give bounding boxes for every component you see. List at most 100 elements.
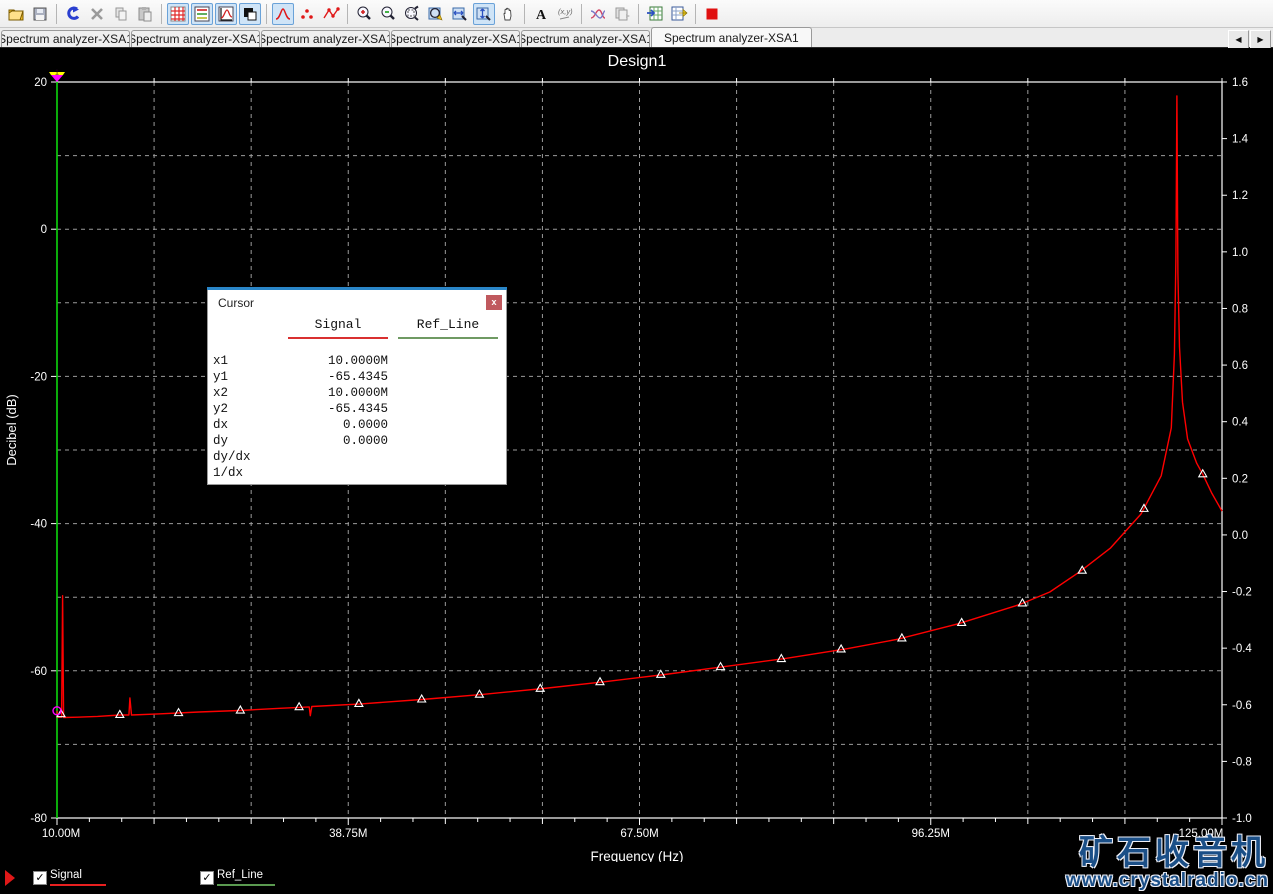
x-tick-label: 10.00M [42,828,80,840]
trace-marker-triangle [416,693,427,703]
cursor-table-row: x1 10.0000M [213,354,388,368]
cursor-col-signal: Signal [314,317,362,332]
toolbar-separator [581,3,582,24]
svg-text:(x,y): (x,y) [558,7,573,16]
cursor-window[interactable]: Cursor x Signal Ref_Line x1 10.0000M y1 -65… [207,287,507,485]
y-left-tick-label: 0 [41,224,47,236]
zoom-fit-icon[interactable] [473,2,495,25]
zoom-in-icon[interactable] [353,3,375,25]
undo-icon[interactable] [62,3,84,25]
tab-spectrum-analyzer-4[interactable]: Spectrum analyzer-XSA1 [391,30,520,47]
cursor-col-refline: Ref_Line [416,317,480,332]
paste-icon[interactable] [134,3,156,25]
copy-icon[interactable] [110,3,132,25]
stop-icon[interactable] [701,3,723,25]
y-right-tick-label: 1.4 [1232,134,1249,146]
trace-marker-triangle [353,698,364,707]
y-right-tick-label: 0.6 [1232,360,1248,372]
y-right-tick-label: 0.8 [1232,303,1248,315]
y-right-tick-label: 1.2 [1232,190,1248,202]
trace-marker-triangle [235,704,246,714]
show-traces-icon[interactable] [215,2,237,25]
tab-spectrum-analyzer-5[interactable]: Spectrum analyzer-XSA1 [521,30,650,47]
cursor-table-row: dx 0.0000 [213,418,388,432]
cursor-window-title: Cursor [218,296,255,310]
plot-svg: Design1Decibel (dB)Frequency (Hz)200-20-… [4,53,1252,864]
trace-marker-triangle [595,676,605,686]
legend-label: Ref_Line [217,869,264,881]
tab-scroll-right-icon[interactable]: ▶ [1250,30,1271,49]
y-right-tick-label: -0.4 [1232,643,1252,655]
y-right-tick-label: 0.4 [1232,417,1249,429]
x-tick-label: 96.25M [912,828,950,840]
legend-color-line [217,884,275,886]
toolbar-separator [524,3,525,24]
trace-marker-triangle [655,669,666,678]
point-trace-icon[interactable] [296,3,318,25]
y-right-tick-label: -0.2 [1232,587,1252,599]
toolbar-separator [695,3,696,24]
toolbar: A (x,y) [0,0,1273,28]
signal-markers [56,468,1208,719]
export-mathcad-icon[interactable] [668,3,690,25]
y-left-tick-label: -80 [30,813,47,825]
y-right-tick-label: -0.6 [1232,700,1252,712]
watermark: 矿石收音机 www.crystalradio.cn [1066,836,1269,890]
cursor-table-row: dy/dx [213,450,251,464]
export-excel-icon[interactable] [644,3,666,25]
zoom-horizontal-icon[interactable] [449,3,471,25]
toolbar-separator [347,3,348,24]
watermark-url-text: www.crystalradio.cn [1065,870,1269,891]
y-right-tick-label: 1.0 [1232,247,1248,259]
signal-underline [288,337,388,339]
trace-marker-triangle [294,701,305,711]
tab-scroll-left-icon[interactable]: ◀ [1228,30,1249,49]
y-right-tick-label: -1.0 [1232,813,1252,825]
cursor-table-row: y2 -65.4345 [213,402,388,416]
zoom-area-icon[interactable] [401,3,423,25]
overlay-traces-icon[interactable] [587,3,609,25]
toolbar-separator [161,3,162,24]
trace-marker-triangle [836,643,847,653]
pan-hand-icon[interactable] [497,3,519,25]
legend-checkbox[interactable]: ✓ [33,871,47,885]
line-point-trace-icon[interactable] [320,3,342,25]
zoom-out-icon[interactable] [377,3,399,25]
grapher-window: A (x,y) Spectrum analyzer-XSA1 Spectrum a… [0,0,1273,894]
black-white-icon[interactable] [239,2,261,25]
y-left-tick-label: -20 [30,371,47,383]
tab-spectrum-analyzer-3[interactable]: Spectrum analyzer-XSA1 [261,30,390,47]
add-text-icon[interactable]: A [530,3,552,25]
tab-scroll-buttons: ◀ ▶ [1228,30,1271,49]
watermark-cn-text: 矿石收音机 [1079,834,1269,872]
show-grid-icon[interactable] [167,2,189,25]
cursor-values-icon[interactable]: (x,y) [554,3,576,25]
cursor-flag-number: 1 [55,70,59,77]
trace-marker-triangle [114,709,125,719]
save-icon[interactable] [29,3,51,25]
y-axis-title: Decibel (dB) [4,394,19,466]
refline-underline [398,337,498,339]
zoom-select-icon[interactable] [425,3,447,25]
tab-spectrum-analyzer-2[interactable]: Spectrum analyzer-XSA1 [131,30,260,47]
y-right-tick-label: 1.6 [1232,77,1248,89]
chart-area: Design1 Decibel (dB) Frequency (Hz) 20 0 -20-… [0,48,1273,894]
delete-icon[interactable] [86,3,108,25]
tab-spectrum-analyzer-1[interactable]: Spectrum analyzer-XSA1 [1,30,130,47]
line-trace-icon[interactable] [272,2,294,25]
y-left-tick-label: -40 [30,519,47,531]
legend-checkbox[interactable]: ✓ [200,871,214,885]
chart-title: Design1 [608,53,667,70]
svg-text:A: A [536,8,547,23]
cursor-table: x1 10.0000M y1 -65.4345 x2 10.0000M y2 -65.4345… [208,354,506,482]
y-left-tick-label: 20 [34,77,47,89]
tab-spectrum-analyzer-6[interactable]: Spectrum analyzer-XSA1 [651,27,812,47]
show-legend-icon[interactable] [191,2,213,25]
open-icon[interactable] [5,3,27,25]
cursor-table-row: dy 0.0000 [213,434,388,448]
export-pages-icon[interactable] [611,3,633,25]
trace-select-arrow-icon[interactable] [5,870,15,886]
close-icon[interactable]: x [486,295,502,310]
legend-color-line [50,884,106,886]
cursor-table-row: 1/dx [213,466,244,480]
